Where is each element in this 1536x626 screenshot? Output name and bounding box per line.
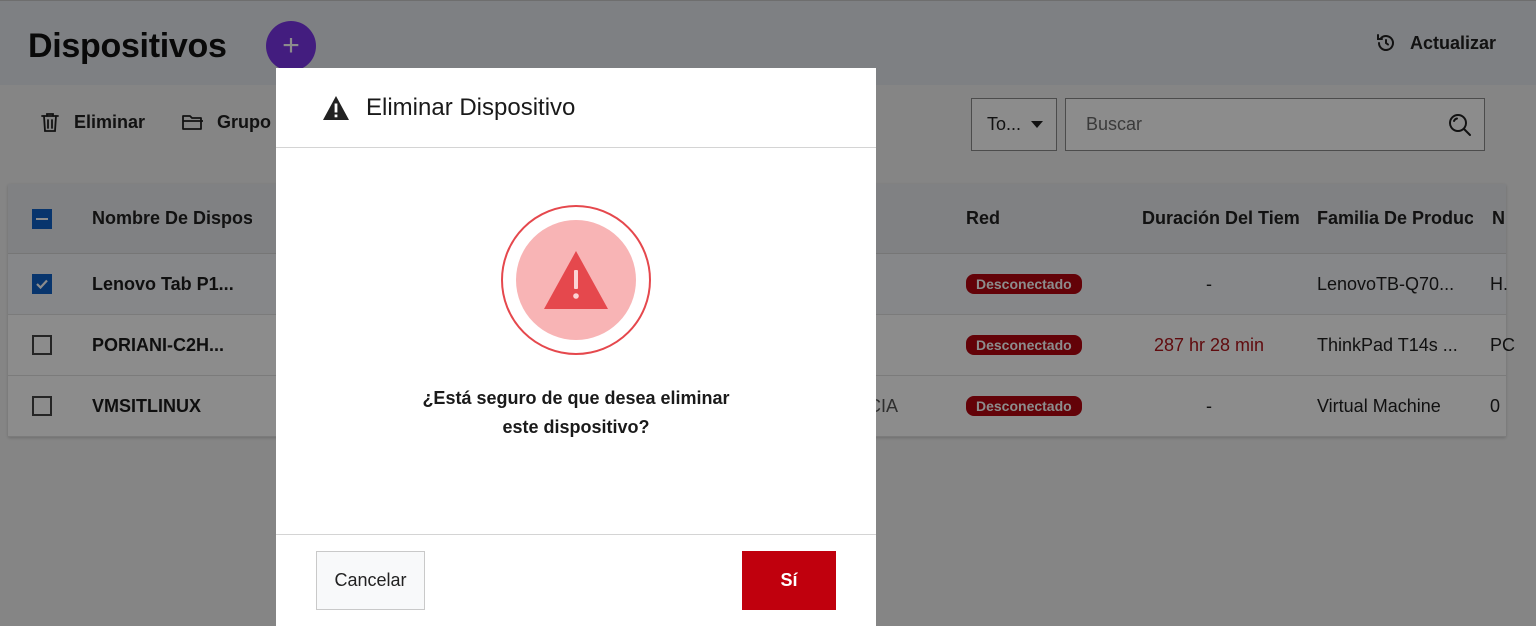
confirm-delete-button[interactable]: Sí bbox=[742, 551, 836, 610]
cancel-button[interactable]: Cancelar bbox=[316, 551, 425, 610]
dialog-header: Eliminar Dispositivo bbox=[276, 68, 876, 148]
alert-circle bbox=[516, 220, 636, 340]
dialog-message: ¿Está seguro de que desea eliminar este … bbox=[422, 388, 730, 437]
alert-illustration bbox=[501, 205, 651, 355]
delete-device-dialog: Eliminar Dispositivo ¿Está seguro de que… bbox=[276, 68, 876, 626]
alert-triangle-icon bbox=[544, 251, 608, 309]
dialog-body: ¿Está seguro de que desea eliminar este … bbox=[276, 149, 876, 534]
dialog-footer: Cancelar Sí bbox=[276, 534, 876, 626]
warning-icon bbox=[323, 95, 349, 120]
dialog-title: Eliminar Dispositivo bbox=[366, 93, 576, 121]
